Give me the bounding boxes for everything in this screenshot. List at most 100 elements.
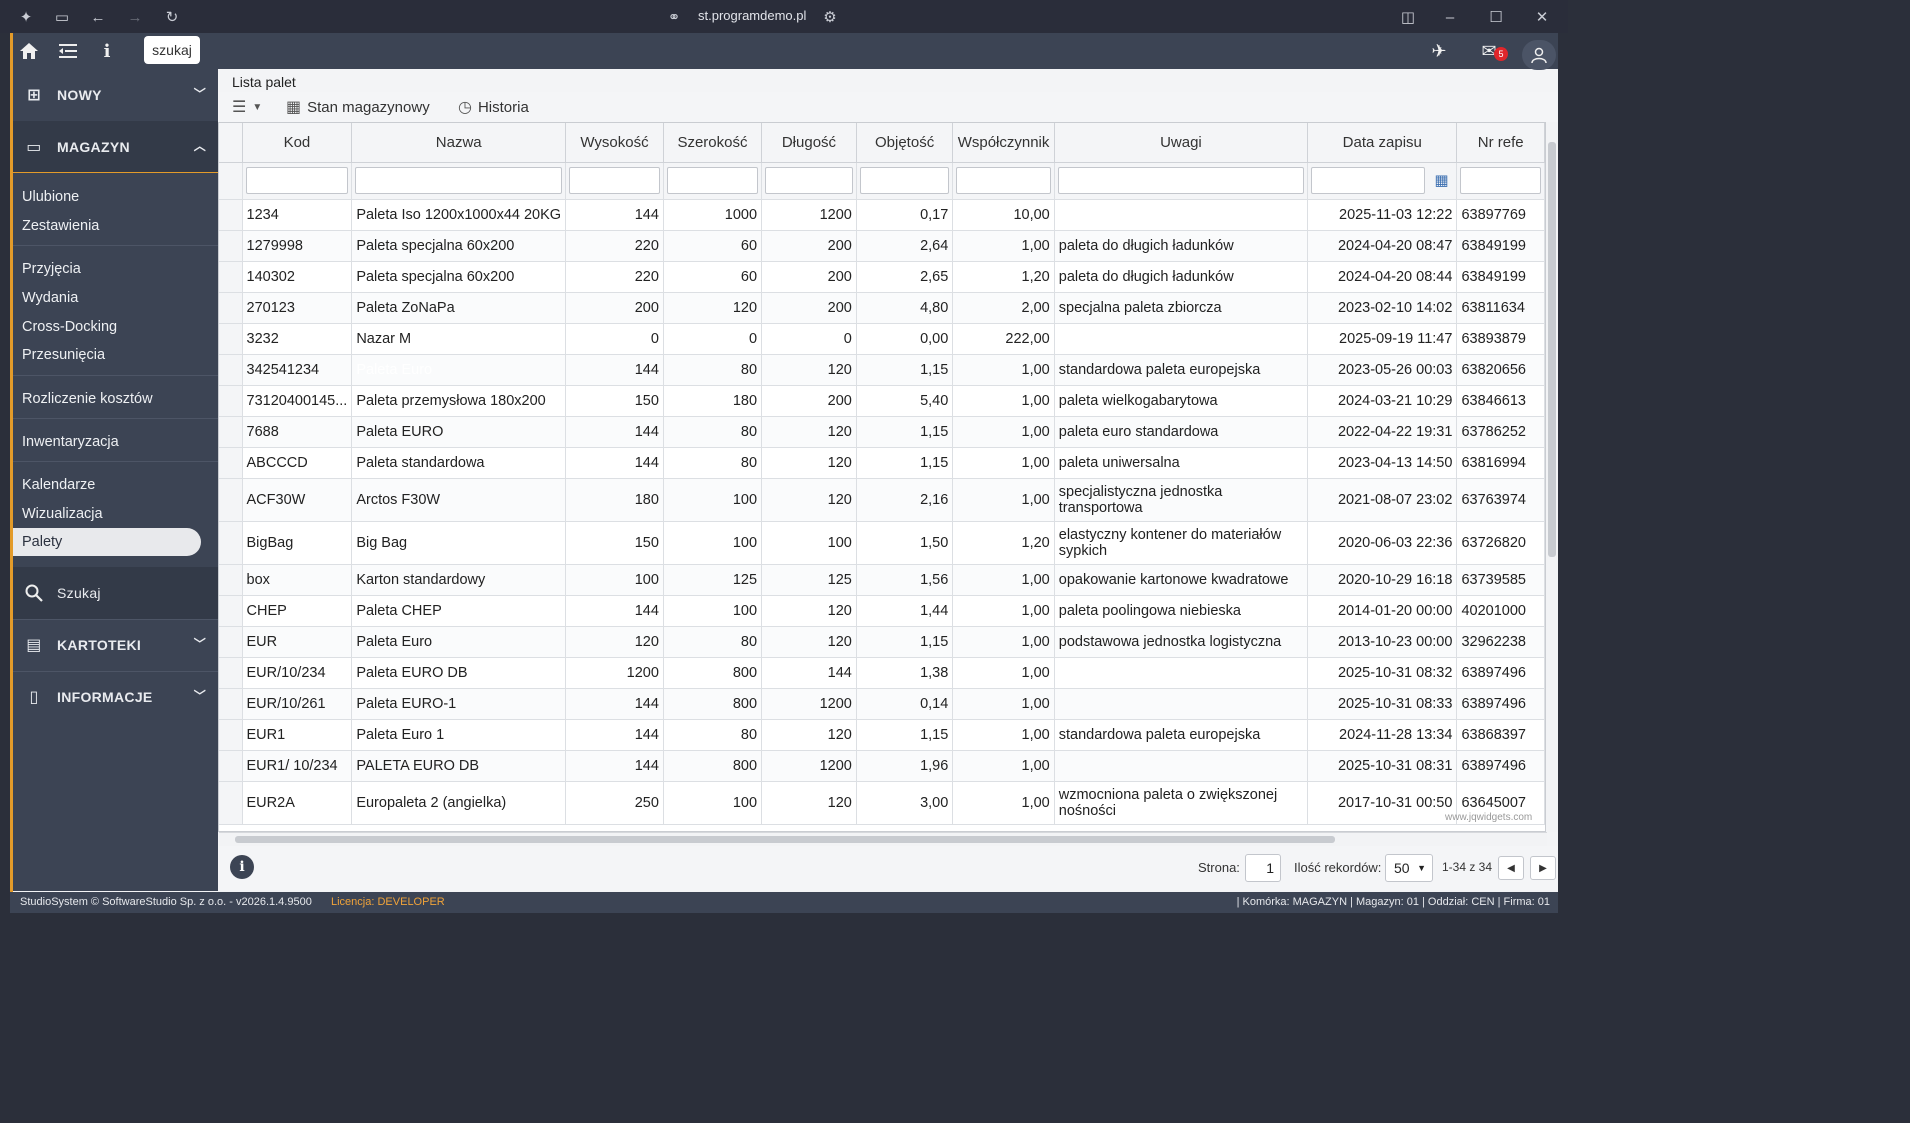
table-cell[interactable]: 60: [663, 261, 763, 293]
table-cell[interactable]: 200: [761, 261, 857, 293]
column-header[interactable]: Nazwa: [351, 123, 567, 163]
table-cell[interactable]: 100: [761, 521, 857, 565]
table-cell[interactable]: 120: [565, 626, 664, 658]
table-cell[interactable]: 120: [761, 416, 857, 448]
table-cell[interactable]: 63786252: [1456, 416, 1545, 448]
table-cell[interactable]: BigBag: [242, 521, 353, 565]
table-cell[interactable]: 1,56: [856, 564, 954, 596]
table-cell[interactable]: 220: [565, 261, 664, 293]
column-header[interactable]: Objętość: [856, 123, 954, 163]
row-selector[interactable]: [219, 230, 243, 262]
sidebar-item-przyjecia[interactable]: Przyjęcia: [22, 256, 81, 282]
table-cell[interactable]: paleta do długich ładunków: [1054, 261, 1309, 293]
table-cell[interactable]: Arctos F30W: [351, 478, 567, 522]
sidebar-item-zestawienia[interactable]: Zestawienia: [22, 213, 99, 239]
table-cell[interactable]: 3,00: [856, 781, 954, 825]
table-cell[interactable]: [1054, 688, 1309, 720]
table-cell[interactable]: 144: [565, 416, 664, 448]
table-cell[interactable]: 144: [565, 354, 664, 386]
table-cell[interactable]: Paleta przemysłowa 180x200: [351, 385, 567, 417]
column-header[interactable]: Data zapisu: [1307, 123, 1458, 163]
table-cell[interactable]: 63811634: [1456, 292, 1545, 324]
table-row[interactable]: 270123 Paleta ZoNaPa 200 120 200 4,80 2,00 spec…: [219, 292, 1545, 324]
table-cell[interactable]: wzmocniona paleta o zwiększonej nośności: [1054, 781, 1309, 825]
menu-collapse-icon[interactable]: [56, 40, 80, 62]
column-filter-input[interactable]: [355, 167, 563, 194]
table-cell[interactable]: 80: [663, 416, 763, 448]
table-cell[interactable]: PALETA EURO DB: [351, 750, 567, 782]
table-cell[interactable]: paleta euro standardowa: [1054, 416, 1309, 448]
reload-icon[interactable]: ↻: [162, 7, 182, 27]
table-cell[interactable]: 1,00: [952, 750, 1055, 782]
table-cell[interactable]: 2025-10-31 08:32: [1307, 657, 1458, 689]
table-row[interactable]: box Karton standardowy 100 125 125 1,56 1,00 op…: [219, 564, 1545, 596]
table-cell[interactable]: 3232: [242, 323, 353, 355]
table-cell[interactable]: 1,00: [952, 447, 1055, 479]
table-cell[interactable]: Paleta CHEP: [351, 595, 567, 627]
table-cell[interactable]: 125: [663, 564, 763, 596]
row-selector[interactable]: [219, 478, 243, 522]
table-cell[interactable]: Paleta ZoNaPa: [351, 292, 567, 324]
table-cell[interactable]: paleta wielkogabarytowa: [1054, 385, 1309, 417]
table-cell[interactable]: 0: [565, 323, 664, 355]
table-cell[interactable]: 1,15: [856, 719, 954, 751]
table-row[interactable]: EUR2A Europaleta 2 (angielka) 250 100 120 3,0…: [219, 781, 1545, 825]
row-selector[interactable]: [219, 564, 243, 596]
sidebar-item-ulubione[interactable]: Ulubione: [22, 184, 79, 210]
row-selector[interactable]: [219, 385, 243, 417]
sidebar-item-przesuniecia[interactable]: Przesunięcia: [22, 342, 105, 368]
address-bar[interactable]: st.programdemo.pl: [698, 8, 806, 23]
table-cell[interactable]: 0,00: [856, 323, 954, 355]
table-cell[interactable]: ACF30W: [242, 478, 353, 522]
table-cell[interactable]: 2023-04-13 14:50: [1307, 447, 1458, 479]
table-cell[interactable]: 100: [663, 781, 763, 825]
table-cell[interactable]: 2,65: [856, 261, 954, 293]
table-row[interactable]: 73120400145... Paleta przemysłowa 180x200…: [219, 385, 1545, 417]
table-cell[interactable]: 2014-01-20 00:00: [1307, 595, 1458, 627]
table-cell[interactable]: 1,00: [952, 719, 1055, 751]
table-cell[interactable]: 120: [761, 626, 857, 658]
table-cell[interactable]: 7688: [242, 416, 353, 448]
table-cell[interactable]: 2013-10-23 00:00: [1307, 626, 1458, 658]
scroll-thumb[interactable]: [235, 836, 1335, 843]
table-cell[interactable]: 2017-10-31 00:50: [1307, 781, 1458, 825]
grid-menu-button[interactable]: ☰ ▼: [232, 97, 268, 117]
table-cell[interactable]: 270123: [242, 292, 353, 324]
row-selector[interactable]: [219, 657, 243, 689]
table-cell[interactable]: Nazar M: [351, 323, 567, 355]
calendar-icon[interactable]: ▦: [1430, 171, 1452, 191]
row-selector[interactable]: [219, 447, 243, 479]
table-cell[interactable]: 100: [663, 595, 763, 627]
site-settings-icon[interactable]: ⚙: [820, 7, 840, 27]
table-row[interactable]: CHEP Paleta CHEP 144 100 120 1,44 1,00 paleta p…: [219, 595, 1545, 627]
table-cell[interactable]: 63897496: [1456, 688, 1545, 720]
table-row[interactable]: 3232 Nazar M 0 0 0 0,00 222,00 2025-09-19 11:47…: [219, 323, 1545, 355]
table-cell[interactable]: 73120400145...: [242, 385, 353, 417]
row-selector[interactable]: [219, 719, 243, 751]
table-cell[interactable]: podstawowa jednostka logistyczna: [1054, 626, 1309, 658]
table-cell[interactable]: 1200: [565, 657, 664, 689]
table-row[interactable]: EUR1 Paleta Euro 1 144 80 120 1,15 1,00 standar…: [219, 719, 1545, 751]
table-cell[interactable]: Paleta EURO DB: [351, 657, 567, 689]
table-cell[interactable]: 1,00: [952, 385, 1055, 417]
table-cell[interactable]: 1,15: [856, 447, 954, 479]
column-filter-input[interactable]: [1460, 167, 1541, 194]
table-cell[interactable]: 1,00: [952, 564, 1055, 596]
table-cell[interactable]: 2023-02-10 14:02: [1307, 292, 1458, 324]
table-row[interactable]: 7688 Paleta EURO 144 80 120 1,15 1,00 paleta eu…: [219, 416, 1545, 448]
table-cell[interactable]: 200: [565, 292, 664, 324]
table-cell[interactable]: 1,44: [856, 595, 954, 627]
table-cell[interactable]: 200: [761, 292, 857, 324]
link-icon[interactable]: ⚭: [664, 7, 684, 27]
table-cell[interactable]: 63897496: [1456, 657, 1545, 689]
table-cell[interactable]: specjalistyczna jednostka transportowa: [1054, 478, 1309, 522]
sidebar-item-kalendarze[interactable]: Kalendarze: [22, 472, 95, 498]
table-cell[interactable]: [1054, 750, 1309, 782]
table-cell[interactable]: 180: [565, 478, 664, 522]
table-cell[interactable]: standardowa paleta europejska: [1054, 354, 1309, 386]
row-selector[interactable]: [219, 750, 243, 782]
table-cell[interactable]: 2024-11-28 13:34: [1307, 719, 1458, 751]
browser-logo-icon[interactable]: ✦: [16, 7, 36, 27]
table-cell[interactable]: Paleta Euro: [351, 354, 567, 386]
table-cell[interactable]: 63897769: [1456, 199, 1545, 231]
